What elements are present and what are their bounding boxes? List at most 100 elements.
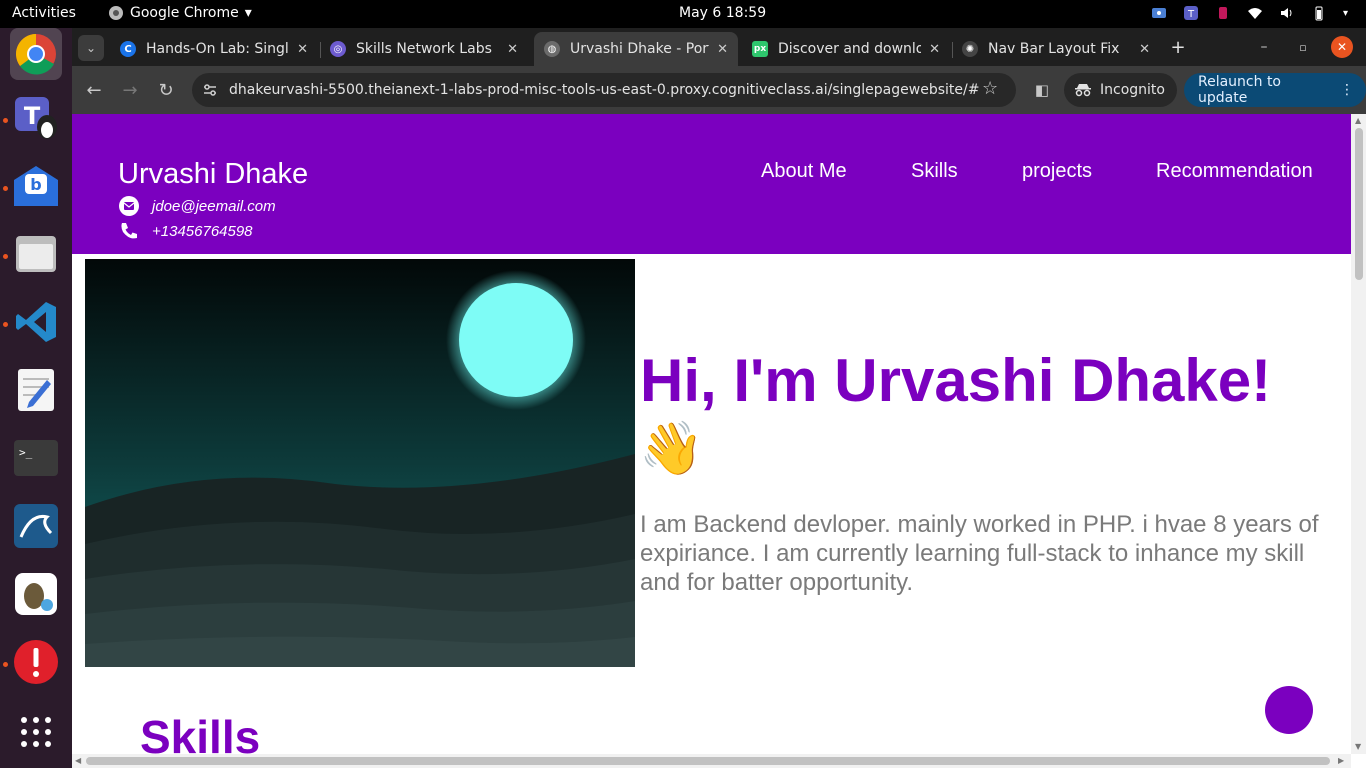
close-window-button[interactable]: ✕: [1331, 36, 1353, 58]
maximize-button[interactable]: ▫: [1291, 35, 1315, 59]
close-icon[interactable]: ✕: [929, 42, 940, 57]
reload-button[interactable]: ↻: [154, 78, 178, 102]
close-icon[interactable]: ✕: [717, 42, 728, 57]
wifi-icon: [1247, 8, 1262, 19]
maximize-icon: ▫: [1299, 40, 1307, 54]
site-header: Urvashi Dhake jdoe@jeemail.com +13456764…: [72, 114, 1351, 254]
chrome-app-icon: [109, 6, 123, 20]
dock-chrome[interactable]: [10, 28, 62, 80]
nav-about-me[interactable]: About Me: [761, 160, 847, 183]
gimp-icon: [15, 573, 57, 615]
mysql-workbench-icon: [14, 504, 58, 548]
scroll-left-arrow-icon[interactable]: ◀: [75, 756, 81, 765]
incognito-indicator[interactable]: Incognito: [1064, 73, 1177, 107]
nav-recommendation[interactable]: Recommendation: [1156, 160, 1313, 183]
dock-mail[interactable]: b: [10, 160, 62, 212]
dock-teams[interactable]: T: [10, 92, 62, 144]
dock-mysql-workbench[interactable]: [10, 500, 62, 552]
dock-terminal[interactable]: >_: [10, 432, 62, 484]
tab-urvashi-portfolio[interactable]: ◍ Urvashi Dhake - Port ✕: [534, 32, 738, 66]
chevron-down-icon: ⌄: [85, 41, 97, 55]
chrome-icon: [15, 34, 56, 75]
bookmark-star-icon[interactable]: ☆: [982, 78, 998, 99]
system-top-bar: Activities Google Chrome ▾ May 6 18:59 T…: [0, 0, 1366, 28]
dock-running-indicator: [3, 322, 8, 327]
dock-running-indicator: [3, 662, 8, 667]
globe-icon: ◍: [544, 41, 560, 57]
horizontal-scroll-thumb[interactable]: [86, 757, 1330, 765]
clock[interactable]: May 6 18:59: [679, 5, 766, 21]
url-text: dhakeurvashi-5500.theianext-1-labs-prod-…: [229, 82, 979, 98]
relaunch-to-update-button[interactable]: Relaunch to update ⋮: [1184, 73, 1366, 107]
skills-network-icon: ◎: [330, 41, 346, 57]
incognito-icon: [1075, 84, 1091, 97]
tab-skills-network-labs[interactable]: ◎ Skills Network Labs ✕: [320, 32, 528, 66]
mail-icon: b: [14, 166, 58, 206]
tab-title: Skills Network Labs: [356, 41, 492, 57]
scroll-to-top-button[interactable]: [1265, 686, 1313, 734]
tab-search-button[interactable]: ⌄: [78, 35, 104, 61]
minimize-icon: –: [1260, 39, 1268, 55]
tab-title: Discover and downlo: [778, 41, 922, 57]
dock-gimp[interactable]: [10, 568, 62, 620]
text-editor-icon: [18, 369, 54, 411]
contact-phone[interactable]: +13456764598: [118, 220, 253, 242]
scroll-right-arrow-icon[interactable]: ▶: [1338, 756, 1344, 765]
dock-text-editor[interactable]: [10, 364, 62, 416]
system-tray[interactable]: T ▾: [1151, 5, 1348, 21]
phone-icon: [118, 220, 140, 242]
vertical-scrollbar[interactable]: ▲ ▼: [1351, 114, 1366, 754]
tab-hands-on-lab[interactable]: C Hands-On Lab: Single ✕: [110, 32, 318, 66]
volume-icon: [1280, 8, 1292, 18]
plus-icon: +: [1170, 36, 1186, 58]
back-button[interactable]: ←: [82, 78, 106, 102]
power-menu-icon: ▾: [1342, 7, 1348, 19]
alert-icon: [14, 640, 58, 684]
app-menu-label: Google Chrome: [130, 5, 239, 21]
new-tab-button[interactable]: +: [1166, 35, 1190, 59]
horizontal-scrollbar[interactable]: ◀ ▶: [72, 754, 1351, 768]
minimize-button[interactable]: –: [1252, 35, 1276, 59]
hero-title: Hi, I'm Urvashi Dhake!: [640, 347, 1272, 414]
close-icon[interactable]: ✕: [1139, 42, 1150, 57]
svg-text:>_: >_: [19, 446, 33, 459]
scroll-up-arrow-icon[interactable]: ▲: [1355, 116, 1361, 125]
tab-pixabay[interactable]: px Discover and downlo ✕: [742, 32, 950, 66]
close-icon[interactable]: ✕: [297, 42, 308, 57]
battery-icon: [1315, 6, 1323, 21]
chevron-down-icon: ▾: [244, 5, 252, 21]
app-menu[interactable]: Google Chrome ▾: [108, 5, 252, 21]
kebab-menu-icon: ⋮: [1340, 82, 1354, 98]
tab-nav-bar-layout-fix[interactable]: ✺ Nav Bar Layout Fix ✕: [952, 32, 1160, 66]
dock-software-updater[interactable]: [10, 636, 62, 688]
nav-projects[interactable]: projects: [1022, 160, 1092, 183]
hero-description: I am Backend devloper. mainly worked in …: [640, 511, 1319, 596]
svg-text:T: T: [1187, 9, 1195, 20]
dock-show-apps[interactable]: [10, 706, 62, 758]
forward-button[interactable]: →: [118, 78, 142, 102]
close-icon: ✕: [1336, 40, 1348, 54]
dock-vscode[interactable]: [10, 296, 62, 348]
dock-files[interactable]: [10, 228, 62, 280]
vertical-scroll-thumb[interactable]: [1355, 128, 1363, 280]
email-icon: [118, 195, 140, 217]
svg-text:b: b: [30, 175, 41, 194]
chatgpt-icon: ✺: [962, 41, 978, 57]
nav-skills[interactable]: Skills: [911, 160, 958, 183]
scroll-down-arrow-icon[interactable]: ▼: [1355, 742, 1361, 751]
contact-email[interactable]: jdoe@jeemail.com: [118, 195, 276, 217]
tab-title: Hands-On Lab: Single: [146, 41, 290, 57]
app-grid-icon: [21, 717, 51, 747]
coursera-icon: C: [120, 41, 136, 57]
address-bar[interactable]: dhakeurvashi-5500.theianext-1-labs-prod-…: [192, 73, 1016, 107]
teams-tray-icon: T: [1183, 6, 1198, 20]
relaunch-label: Relaunch to update: [1198, 74, 1282, 106]
incognito-label: Incognito: [1100, 82, 1165, 98]
forward-arrow-icon: →: [122, 79, 138, 101]
activities-button[interactable]: Activities: [12, 5, 76, 21]
close-icon[interactable]: ✕: [507, 42, 518, 57]
site-owner-name: Urvashi Dhake: [118, 158, 309, 190]
folder-icon: [16, 236, 56, 272]
side-panel-button[interactable]: ◧: [1030, 78, 1054, 102]
dock: T b >_: [0, 28, 72, 768]
